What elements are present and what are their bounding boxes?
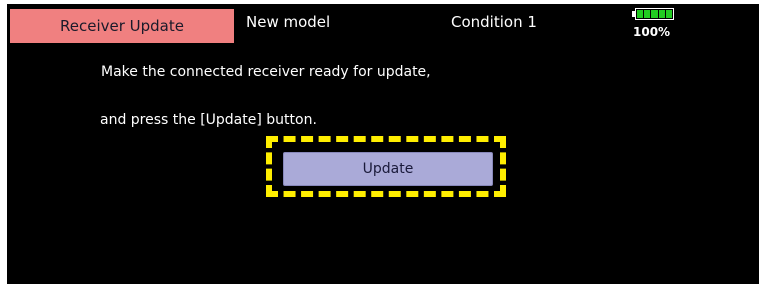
battery-level-text: 100% xyxy=(633,25,671,39)
model-name: New model xyxy=(246,13,331,31)
device-frame: Receiver Update New model Condition 1 10… xyxy=(0,0,766,291)
condition-label: Condition 1 xyxy=(451,13,537,31)
instruction-line-2: and press the [Update] button. xyxy=(100,112,317,128)
battery-icon xyxy=(635,8,674,20)
update-button[interactable]: Update xyxy=(283,152,493,186)
battery-indicator: 100% xyxy=(631,6,687,42)
screen-title: Receiver Update xyxy=(10,9,234,43)
instruction-line-1: Make the connected receiver ready for up… xyxy=(101,64,431,80)
transmitter-screen: Receiver Update New model Condition 1 10… xyxy=(7,4,759,284)
